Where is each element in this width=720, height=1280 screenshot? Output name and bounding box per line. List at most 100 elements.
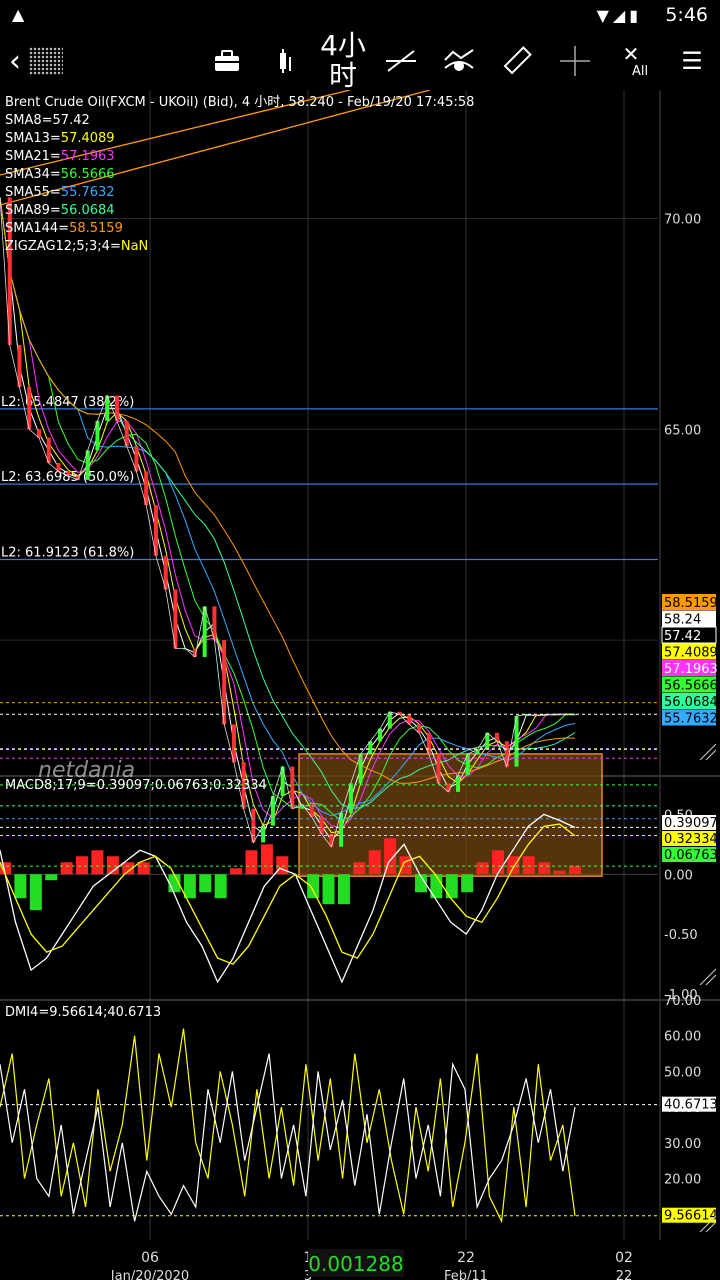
dmi-tick-label: 70.00 (664, 994, 701, 1009)
legend-value: 57.42 (53, 113, 90, 128)
legend-item: SMA21=57.1963 (5, 149, 115, 164)
price-tag-value: 57.4089 (664, 646, 718, 661)
macd-tag-value: 0.32334 (664, 832, 718, 847)
dmi-tick-label: 60.00 (664, 1030, 701, 1045)
wifi-icon: ▼ (596, 6, 613, 25)
legend-item: SMA55=55.7632 (5, 185, 115, 200)
chart-area[interactable]: 70.0065.0060.00L2: 65.4847 (38.2%)L2: 63… (0, 90, 720, 1280)
indicator-icon[interactable] (438, 32, 480, 90)
legend-name: SMA21= (5, 149, 61, 164)
macd-histogram-bar (491, 850, 504, 875)
legend-name: SMA55= (5, 185, 61, 200)
trendline-icon[interactable] (380, 32, 422, 90)
macd-histogram-bar (230, 868, 243, 875)
price-tag-value: 57.42 (664, 629, 701, 644)
x-tick-label: 22 (457, 1250, 475, 1266)
macd-histogram-bar (461, 874, 474, 893)
legend-value: 57.4089 (61, 131, 115, 146)
legend-item: SMA144=58.5159 (5, 221, 123, 236)
price-tag-value: 55.7632 (664, 712, 718, 727)
sma-line (0, 197, 576, 809)
macd-title: MACD8;17;9=0.39097;0.06763;0.32334 (5, 778, 267, 793)
x-tick-sublabel: Feb/11 (444, 1269, 488, 1280)
macd-histogram-bar (445, 874, 458, 899)
legend-name: ZIGZAG12;5;3;4= (5, 239, 121, 254)
legend-name: SMA8= (5, 113, 53, 128)
macd-histogram-bar (60, 862, 73, 875)
ruler-icon[interactable] (496, 32, 538, 90)
dmi-title: DMI4=9.56614;40.6713 (5, 1005, 161, 1020)
macd-histogram-bar (322, 874, 335, 905)
macd-histogram-bar (507, 856, 520, 875)
macd-histogram-bar (522, 856, 535, 875)
macd-histogram-bar (29, 874, 42, 911)
legend-item: ZIGZAG12;5;3;4=NaN (5, 239, 148, 254)
x-tick-sublabel: 22 (616, 1269, 633, 1280)
macd-histogram-bar (307, 874, 320, 899)
legend-name: SMA34= (5, 167, 61, 182)
clear-all-label: All (631, 63, 649, 79)
macd-histogram-bar (214, 874, 227, 899)
macd-histogram-bar (260, 844, 273, 875)
macd-histogram-bar (76, 856, 89, 875)
macd-histogram-bar (199, 874, 212, 893)
macd-histogram-bar (91, 850, 104, 875)
macd-histogram-bar (45, 874, 58, 881)
legend-value: 55.7632 (61, 185, 115, 200)
x-tick-label: 02 (615, 1250, 633, 1266)
macd-histogram-bar (245, 850, 258, 875)
price-tag-value: 56.5666 (664, 679, 718, 694)
timeframe-button[interactable]: 4小 时 (314, 29, 372, 92)
dmi-tick-label: 30.00 (664, 1137, 701, 1152)
legend-value: 56.0684 (61, 203, 115, 218)
fib-level-label: L2: 61.9123 (61.8%) (1, 545, 134, 560)
legend-item: SMA34=56.5666 (5, 167, 115, 182)
macd-histogram-bar (538, 862, 551, 875)
chevron-left-icon[interactable]: ‹ (4, 32, 26, 90)
status-bar: ▲ ▼◢▮ 5:46 (0, 0, 720, 32)
legend-item: SMA13=57.4089 (5, 131, 115, 146)
timeframe-label-1: 4小 (320, 29, 366, 62)
dmi-tag-value: 40.6713 (664, 1098, 718, 1113)
chart-title: Brent Crude Oil(FXCM - UKOil) (Bid), 4 小… (5, 95, 474, 110)
price-tag-value: 57.1963 (664, 662, 718, 677)
macd-tag-value: 0.39097 (664, 816, 718, 831)
legend-item: SMA8=57.42 (5, 113, 90, 128)
legend-value: 56.5666 (61, 167, 115, 182)
netdania-logo-icon[interactable] (26, 32, 66, 90)
dmi-tick-label: 20.00 (664, 1172, 701, 1187)
chart-type-icon[interactable] (266, 32, 304, 90)
x-tick-sublabel: Jan/20/2020 (110, 1269, 189, 1280)
macd-histogram-bar (353, 862, 366, 875)
fib-level-label: L2: 65.4847 (38.2%) (1, 395, 134, 410)
clear-all-button[interactable]: ✕ All (610, 32, 652, 90)
sma-line (0, 197, 576, 784)
close-icon: ✕ (622, 41, 640, 66)
macd-histogram-bar (569, 865, 581, 875)
macd-histogram-bar (337, 874, 350, 905)
legend-name: SMA144= (5, 221, 69, 236)
dmi-tick-label: 50.00 (664, 1065, 701, 1080)
price-tick-label: 65.00 (664, 423, 701, 438)
macd-histogram-bar (399, 856, 412, 875)
consolidation-box (298, 753, 603, 877)
macd-tag-value: 0.06763 (664, 848, 718, 863)
battery-icon: ▮ (629, 6, 642, 25)
menu-icon[interactable]: ☰ (672, 32, 712, 90)
panel-resize-handle (699, 968, 717, 986)
legend-value: 57.1963 (61, 149, 115, 164)
sma-line (0, 197, 576, 817)
crosshair-icon[interactable] (554, 32, 596, 90)
price-tag-value: 58.5159 (664, 596, 718, 611)
legend-name: SMA89= (5, 203, 61, 218)
timeframe-label-2: 时 (328, 59, 357, 92)
dmi-tag-value: 9.56614 (664, 1209, 718, 1224)
portfolio-icon[interactable] (208, 32, 246, 90)
sma-line (0, 197, 576, 822)
macd-histogram-bar (183, 874, 196, 899)
legend-value: NaN (121, 239, 148, 254)
legend-value: 58.5159 (69, 221, 123, 236)
macd-tick-label: 0.00 (664, 868, 693, 883)
chart-panels: 70.0065.0060.00L2: 65.4847 (38.2%)L2: 63… (0, 90, 718, 1280)
legend-name: SMA13= (5, 131, 61, 146)
